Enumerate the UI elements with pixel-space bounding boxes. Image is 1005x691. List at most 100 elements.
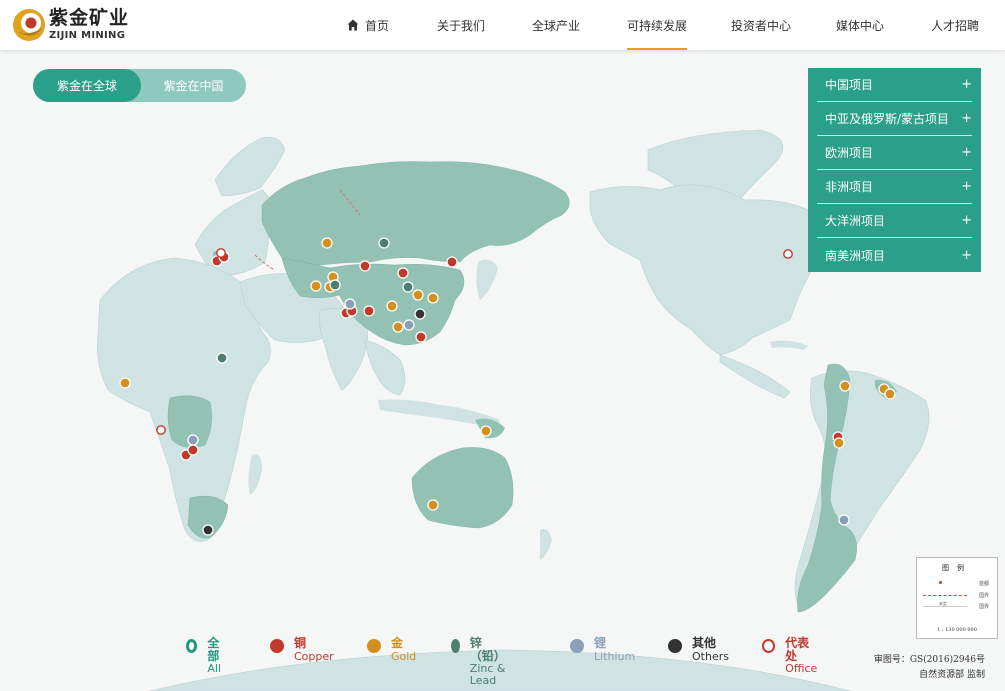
logo-english-name: ZIJIN MINING — [49, 30, 126, 41]
legend-all[interactable]: 全部 All — [186, 637, 224, 675]
nav-investors[interactable]: 投资者中心 — [731, 0, 791, 50]
gold-marker[interactable] — [412, 289, 424, 301]
zijin-logo[interactable]: 紫金矿业 ZIJIN MINING — [12, 8, 129, 42]
region-projects-panel: 中国项目 + 中亚及俄罗斯/蒙古项目 + 欧洲项目 + 非洲项目 + 大洋洲项目… — [808, 68, 981, 272]
lithium-marker[interactable] — [838, 514, 850, 526]
expand-plus-icon: + — [961, 145, 972, 160]
office-marker[interactable] — [216, 248, 226, 258]
office-ring-icon — [762, 639, 776, 653]
nav-media[interactable]: 媒体中心 — [836, 0, 884, 50]
map-key-national-label: 国界 — [978, 604, 989, 610]
copper-marker[interactable] — [187, 444, 199, 456]
gold-marker[interactable] — [839, 380, 851, 392]
legend-cn-label: 其他 — [692, 636, 717, 650]
legend-cn-label: 代表处 — [785, 636, 810, 663]
gold-marker[interactable] — [310, 280, 322, 292]
legend-en-label: Office — [785, 662, 818, 676]
region-label: 欧洲项目 — [825, 146, 874, 160]
others-marker[interactable] — [414, 308, 426, 320]
copper-marker[interactable] — [359, 260, 371, 272]
nav-global-industry[interactable]: 全球产业 — [532, 0, 580, 50]
nav-sustainability[interactable]: 可持续发展 — [627, 0, 688, 50]
zinc-lead-marker[interactable] — [216, 352, 228, 364]
region-africa-projects[interactable]: 非洲项目 + — [817, 170, 972, 204]
nav-about-label: 关于我们 — [437, 18, 486, 33]
gold-marker[interactable] — [386, 300, 398, 312]
gold-marker[interactable] — [833, 437, 845, 449]
home-icon — [347, 19, 359, 31]
legend-cn-label: 锂 — [594, 636, 607, 650]
legend-copper[interactable]: 铜 Copper — [270, 637, 334, 662]
legend-en-label: Copper — [294, 649, 334, 663]
expand-plus-icon: + — [961, 77, 972, 92]
nav-careers[interactable]: 人才招聘 — [931, 0, 979, 50]
region-oceania-projects[interactable]: 大洋洲项目 + — [817, 204, 972, 238]
legend-lithium[interactable]: 锂 Lithium — [570, 637, 635, 662]
approval-number: 审图号：GS(2016)2946号 — [873, 655, 985, 665]
map-key-undetermined-label: 未定 — [939, 601, 947, 606]
region-label: 中国项目 — [825, 78, 874, 92]
copper-marker[interactable] — [415, 331, 427, 343]
gold-marker[interactable] — [119, 377, 131, 389]
nav-home-label: 首页 — [365, 18, 390, 33]
region-central-asia-russia-projects[interactable]: 中亚及俄罗斯/蒙古项目 + — [817, 102, 972, 136]
legend-en-label: All — [207, 662, 222, 676]
zinc-lead-dot-icon — [451, 639, 460, 653]
nav-media-label: 媒体中心 — [836, 18, 885, 33]
gold-marker[interactable] — [427, 499, 439, 511]
gold-marker[interactable] — [480, 425, 492, 437]
border-line-icon — [923, 595, 967, 596]
lithium-marker[interactable] — [187, 434, 199, 446]
site-header: 紫金矿业 ZIJIN MINING 首页 关于我们 全球产业 可持续发展 投资者… — [0, 0, 1005, 50]
zinc-lead-marker[interactable] — [378, 237, 390, 249]
toggle-global-button[interactable]: 紫金在全球 — [33, 69, 141, 102]
toggle-china-button[interactable]: 紫金在中国 — [141, 69, 246, 102]
copper-marker[interactable] — [446, 256, 458, 268]
expand-plus-icon: + — [961, 247, 972, 263]
nav-global-industry-label: 全球产业 — [532, 18, 581, 33]
legend-en-label: Others — [692, 649, 729, 663]
others-marker[interactable] — [202, 524, 214, 536]
lithium-marker[interactable] — [403, 319, 415, 331]
office-marker[interactable] — [783, 249, 793, 259]
copper-marker[interactable] — [363, 305, 375, 317]
legend-cn-label: 铜 — [294, 636, 307, 650]
gold-marker[interactable] — [884, 388, 896, 400]
region-label: 大洋洲项目 — [825, 214, 886, 228]
legend-office[interactable]: 代表处 Office — [762, 637, 818, 675]
map-key-capital-label: 首都 — [978, 581, 989, 587]
legend-cn-label: 全部 — [207, 636, 220, 663]
office-marker[interactable] — [156, 425, 166, 435]
legend-cn-label: 锌（铅） — [469, 636, 506, 663]
legend-en-label: Zinc & Lead — [469, 662, 506, 687]
region-label: 非洲项目 — [825, 180, 874, 194]
expand-plus-icon: + — [961, 179, 972, 194]
expand-plus-icon: + — [961, 213, 972, 228]
zijin-logo-icon — [13, 9, 45, 41]
legend-gold[interactable]: 金 Gold — [367, 637, 416, 662]
nav-sustainability-label: 可持续发展 — [627, 18, 688, 33]
legend-en-label: Gold — [391, 649, 417, 663]
gold-dot-icon — [367, 639, 381, 653]
copper-marker[interactable] — [397, 267, 409, 279]
gold-marker[interactable] — [321, 237, 333, 249]
nav-investors-label: 投资者中心 — [731, 18, 792, 33]
region-china-projects[interactable]: 中国项目 + — [817, 68, 972, 102]
logo-chinese-name: 紫金矿业 — [49, 7, 130, 29]
nav-about[interactable]: 关于我们 — [437, 0, 485, 50]
legend-zinc-lead[interactable]: 锌（铅） Zinc & Lead — [451, 637, 511, 686]
map-key-border-label: 国界 — [978, 593, 989, 599]
legend-others[interactable]: 其他 Others — [668, 637, 729, 662]
map-key-scale: 1 : 130 000 000 — [937, 627, 977, 633]
zinc-lead-marker[interactable] — [329, 279, 341, 291]
lithium-dot-icon — [570, 639, 584, 653]
region-south-america-projects[interactable]: 南美洲项目 + — [817, 238, 972, 272]
region-europe-projects[interactable]: 欧洲项目 + — [817, 136, 972, 170]
gold-marker[interactable] — [392, 321, 404, 333]
capital-dot-icon — [939, 581, 942, 584]
copper-dot-icon — [270, 639, 284, 653]
lithium-marker[interactable] — [344, 298, 356, 310]
zinc-lead-marker[interactable] — [402, 281, 414, 293]
nav-home[interactable]: 首页 — [347, 0, 389, 50]
gold-marker[interactable] — [427, 292, 439, 304]
